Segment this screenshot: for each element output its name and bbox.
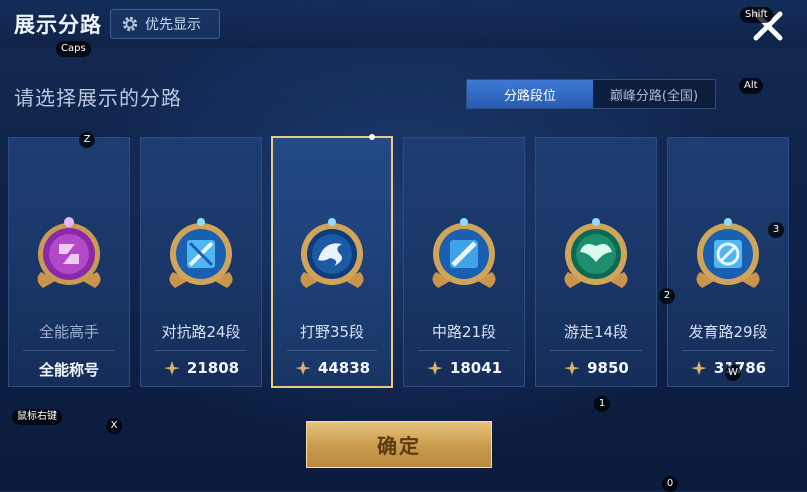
lane-name: 打野35段 [299,323,365,341]
lane-score: 9850 [536,359,656,377]
roam-emblem-icon [564,218,628,288]
tab-peak-lane-national[interactable]: 巅峰分路(全国) [593,80,715,108]
key-hint-alt: Alt [739,78,763,94]
rank-points-icon [294,361,311,375]
lane-score: 18041 [404,359,524,377]
section-subtitle: 请选择展示的分路 [14,86,182,110]
lane-card-farm[interactable]: 发育路29段 31786 [667,137,789,387]
key-hint-x: X [106,418,122,434]
rank-points-icon [690,361,707,375]
rank-points-icon [163,361,180,375]
lane-name: 游走14段 [563,323,629,341]
lane-card-jungle[interactable]: 打野35段 44838 [271,134,393,388]
key-hint-caps: Caps [56,41,91,57]
selected-marker [369,134,375,140]
lane-name: 中路21段 [431,323,497,341]
clash-lane-emblem-icon [169,218,233,288]
score-value: 21808 [186,359,240,377]
divider [550,350,642,351]
score-value: 18041 [449,359,503,377]
gear-icon [122,16,138,32]
lane-card-clash[interactable]: 对抗路24段 21808 [140,137,262,387]
score-value: 9850 [587,359,629,377]
key-hint-3: 3 [768,222,784,238]
confirm-button[interactable]: 确定 [306,421,492,468]
key-hint-2: 2 [659,288,675,304]
page-title: 展示分路 [14,13,102,37]
divider [155,350,247,351]
rank-points-icon [564,361,581,375]
priority-display-label: 优先显示 [145,17,201,33]
lane-card-mid[interactable]: 中路21段 18041 [403,137,525,387]
farm-lane-emblem-icon [696,218,760,288]
lane-name: 发育路29段 [688,323,768,341]
divider [682,350,774,351]
key-hint-0: 0 [662,476,678,492]
divider [23,350,115,351]
tab-lane-rank[interactable]: 分路段位 [467,80,593,108]
jungle-emblem-icon [300,218,364,288]
key-hint-w: W [725,365,741,381]
allround-emblem-icon [37,217,101,288]
lane-name: 全能高手 [38,323,99,341]
lane-score: 21808 [141,359,261,377]
key-hint-mouse-right: 鼠标右键 [12,409,62,425]
lane-name: 对抗路24段 [161,323,241,341]
key-hint-z: Z [79,132,95,148]
score-value: 44838 [317,359,371,377]
mid-lane-emblem-icon [432,218,496,288]
rank-points-icon [426,361,443,375]
lane-card-roam[interactable]: 游走14段 9850 [535,137,657,387]
lane-card-allround[interactable]: 全能高手 全能称号 [8,137,130,387]
key-hint-1: 1 [594,396,610,412]
tab-group: 分路段位 巅峰分路(全国) [466,79,716,109]
score-value: 全能称号 [38,361,99,379]
lane-score: 全能称号 [9,359,129,380]
key-hint-shift: Shift [740,7,773,23]
divider [418,350,510,351]
priority-display-button[interactable]: 优先显示 [110,9,220,39]
lane-score: 44838 [273,359,391,377]
divider [287,350,377,351]
